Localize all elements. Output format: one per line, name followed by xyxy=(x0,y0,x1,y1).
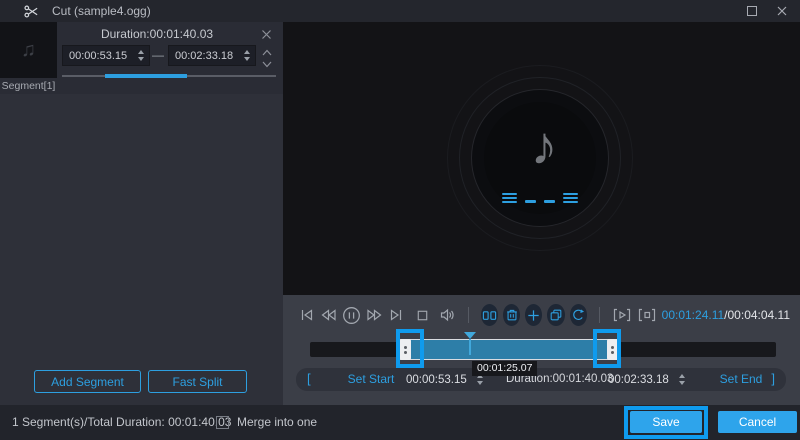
spinner-down-icon[interactable] xyxy=(679,381,685,385)
segment-progress-fill xyxy=(105,74,187,78)
segment-card[interactable]: ♫ Segment[1] Duration:00:01:40.03 — xyxy=(0,22,283,94)
rewind-icon xyxy=(321,309,336,321)
skip-end-icon xyxy=(390,309,402,321)
trim-end-time-input[interactable] xyxy=(608,373,672,386)
transport-row: 00:01:24.11/00:04:04.11 xyxy=(299,300,792,330)
trash-icon xyxy=(506,309,517,321)
playhead-line[interactable] xyxy=(469,339,471,355)
toolbar-separator xyxy=(468,307,469,323)
time-display: 00:01:24.11/00:04:04.11 xyxy=(662,308,792,322)
segment-end-time-field[interactable] xyxy=(168,45,256,66)
move-segment-down-button[interactable] xyxy=(261,56,273,74)
close-button[interactable] xyxy=(768,0,796,22)
spinner-down-icon[interactable] xyxy=(244,57,250,61)
chevron-down-icon xyxy=(262,61,272,68)
spinner-up-icon[interactable] xyxy=(679,374,685,378)
playback-controls-panel: 00:01:24.11/00:04:04.11 00:01:25.07 [ Se… xyxy=(283,295,800,405)
toolbar-separator xyxy=(598,307,600,323)
equalizer-dash xyxy=(544,200,555,203)
segment-start-time-input[interactable] xyxy=(63,49,127,62)
segment-duration-label: Duration:00:01:40.03 xyxy=(100,27,214,41)
spinner-down-icon[interactable] xyxy=(138,57,144,61)
music-note-icon: ♪ xyxy=(530,116,558,176)
equalizer-icon xyxy=(502,190,578,203)
fast-forward-button[interactable] xyxy=(366,307,383,323)
equalizer-bars-right xyxy=(563,193,578,203)
add-segment-icon-button[interactable] xyxy=(525,304,543,326)
set-end-button[interactable]: Set End xyxy=(708,368,774,391)
segment-progress-track xyxy=(62,74,276,78)
copy-segment-button[interactable] xyxy=(547,304,565,326)
add-segment-button[interactable]: Add Segment xyxy=(34,370,141,393)
range-dash: — xyxy=(152,48,164,62)
save-button[interactable]: Save xyxy=(630,411,702,433)
split-icon xyxy=(482,310,497,320)
fast-forward-icon xyxy=(367,309,382,321)
bracket-stop-icon xyxy=(638,308,655,322)
timeline-start-handle[interactable] xyxy=(400,339,411,360)
segment-label: Segment[1] xyxy=(1,80,56,92)
trim-end-spinner[interactable] xyxy=(679,374,685,385)
cancel-button[interactable]: Cancel xyxy=(718,411,797,433)
trim-start-time-input[interactable] xyxy=(406,373,470,386)
reset-button[interactable] xyxy=(569,304,587,326)
close-icon xyxy=(777,6,787,16)
trim-settings-bar: [ Set Start Duration:00:01:40.03 Set End… xyxy=(296,368,786,391)
open-bracket-icon: [ xyxy=(307,371,311,386)
current-time: 00:01:24.11 xyxy=(661,308,725,322)
audio-preview-area: ♪ xyxy=(283,22,800,295)
end-time-spinner[interactable] xyxy=(244,50,250,61)
delete-segment-button[interactable] xyxy=(503,304,521,326)
fast-split-button[interactable]: Fast Split xyxy=(148,370,247,393)
skip-to-end-button[interactable] xyxy=(388,307,404,323)
start-time-spinner[interactable] xyxy=(138,50,144,61)
spinner-up-icon[interactable] xyxy=(138,50,144,54)
set-start-button[interactable]: Set Start xyxy=(326,368,416,391)
spinner-down-icon[interactable] xyxy=(477,381,483,385)
timeline-selection[interactable] xyxy=(400,339,618,360)
segment-start-time-field[interactable] xyxy=(62,45,150,66)
trim-end-time-field[interactable] xyxy=(608,370,690,389)
preview-stop-button[interactable] xyxy=(637,307,657,323)
skip-start-icon xyxy=(301,309,313,321)
close-bracket-icon: ] xyxy=(771,371,775,386)
pause-icon xyxy=(343,306,360,324)
spinner-up-icon[interactable] xyxy=(244,50,250,54)
preview-play-button[interactable] xyxy=(612,307,632,323)
footer-bar: 1 Segment(s)/Total Duration: 00:01:40.03… xyxy=(0,405,800,440)
segment-end-time-input[interactable] xyxy=(169,49,233,62)
merge-into-one-checkbox[interactable] xyxy=(216,416,229,429)
skip-to-start-button[interactable] xyxy=(299,307,315,323)
maximize-icon xyxy=(747,6,757,16)
bracket-play-icon xyxy=(613,308,630,322)
segment-list-panel: ♫ Segment[1] Duration:00:01:40.03 — xyxy=(0,22,283,405)
reset-icon xyxy=(573,309,585,320)
stop-icon xyxy=(417,310,428,320)
total-time: /00:04:04.11 xyxy=(724,308,791,322)
stop-button[interactable] xyxy=(415,308,430,323)
remove-segment-button[interactable] xyxy=(261,27,272,45)
volume-icon xyxy=(440,308,454,322)
window-title: Cut (sample4.ogg) xyxy=(52,4,151,18)
pause-button[interactable] xyxy=(342,306,361,325)
segment-thumbnail: ♫ xyxy=(0,22,57,78)
rewind-button[interactable] xyxy=(320,307,337,323)
plus-icon xyxy=(528,309,539,321)
timeline-end-handle[interactable] xyxy=(607,339,618,360)
titlebar: Cut (sample4.ogg) xyxy=(0,0,800,22)
maximize-button[interactable] xyxy=(738,0,766,22)
merge-into-one-label: Merge into one xyxy=(237,415,318,429)
volume-button[interactable] xyxy=(439,307,456,323)
split-segment-button[interactable] xyxy=(480,304,498,326)
equalizer-bars-left xyxy=(502,193,517,203)
remove-segment-icon xyxy=(262,30,271,39)
music-note-thumbnail-icon: ♫ xyxy=(21,38,36,61)
copy-icon xyxy=(550,309,562,321)
equalizer-dash xyxy=(525,200,536,203)
cut-dialog-window: Cut (sample4.ogg) ♫ Segment[1] Duration:… xyxy=(0,0,800,440)
playhead-icon[interactable] xyxy=(464,332,476,339)
segment-summary: 1 Segment(s)/Total Duration: 00:01:40.03 xyxy=(12,415,232,429)
scissors-icon xyxy=(24,4,39,24)
playhead-time-tooltip: 00:01:25.07 xyxy=(472,361,538,376)
